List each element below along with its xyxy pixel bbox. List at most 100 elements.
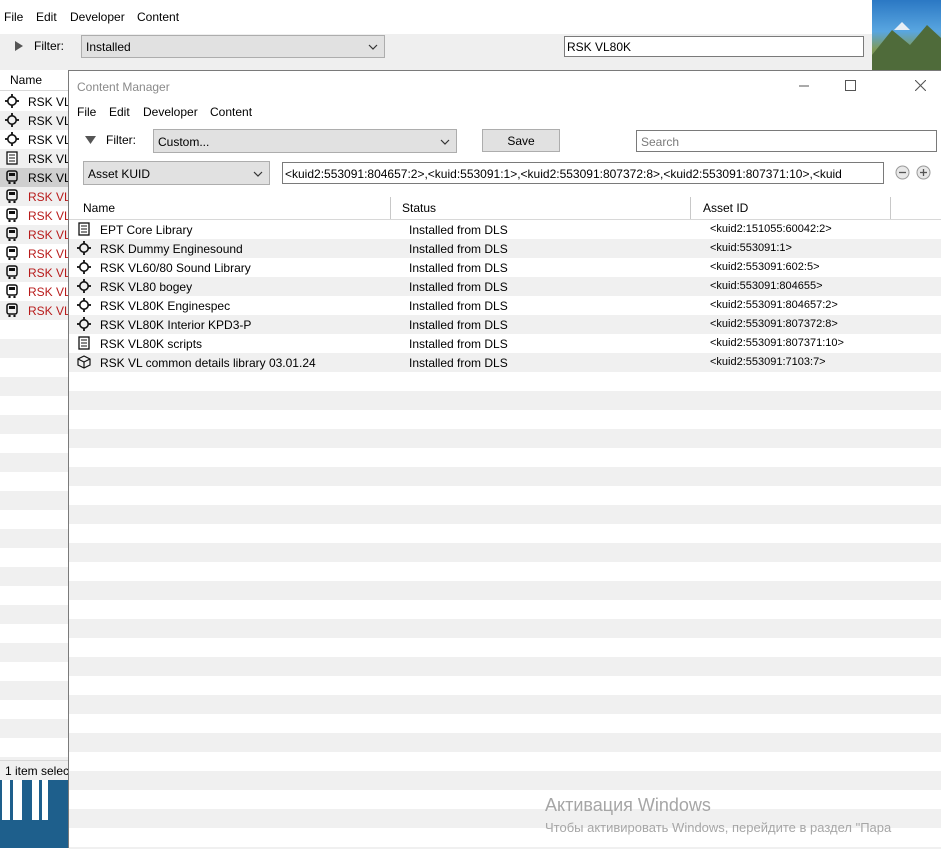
gear-icon	[5, 113, 19, 127]
field-select-dropdown[interactable]: Asset KUID	[83, 161, 270, 185]
minimize-button[interactable]	[781, 71, 827, 101]
row-asset-id: <kuid2:553091:7103:7>	[710, 356, 826, 368]
bg-list-item[interactable]: RSK VL8	[0, 225, 69, 244]
filter-label: Filter:	[106, 133, 136, 147]
bg-list-item[interactable]: RSK VL8	[0, 282, 69, 301]
empty-row	[69, 733, 941, 752]
bg-list-item[interactable]: RSK VL8	[0, 149, 69, 168]
menu-edit[interactable]: Edit	[109, 105, 130, 119]
row-name: RSK VL60/80 Sound Library	[100, 261, 251, 275]
table-row[interactable]: RSK VL80 bogey Installed from DLS <kuid:55…	[69, 277, 941, 296]
bg-list-item[interactable]: RSK VL8	[0, 187, 69, 206]
empty-row	[69, 562, 941, 581]
bg-list-item[interactable]: RSK VL8	[0, 244, 69, 263]
bg-filter-expand-icon[interactable]	[14, 40, 24, 52]
bg-filter-label: Filter:	[34, 39, 64, 53]
gear-icon	[77, 241, 91, 255]
bg-empty-row	[0, 719, 69, 738]
locomotive-icon	[5, 189, 19, 203]
empty-row	[69, 771, 941, 790]
table-row[interactable]: RSK VL80K Interior KPD3-P Installed from …	[69, 315, 941, 334]
kuid-query-input[interactable]: <kuid2:553091:804657:2>,<kuid:553091:1>,…	[282, 162, 884, 184]
bg-list-item[interactable]: RSK VL8	[0, 301, 69, 320]
empty-row	[69, 619, 941, 638]
bg-list-item-label: RSK VL8	[28, 171, 69, 185]
search-input[interactable]: Search	[636, 130, 937, 152]
add-condition-button[interactable]	[916, 165, 931, 180]
table-row[interactable]: EPT Core Library Installed from DLS <kuid2…	[69, 220, 941, 239]
column-header-asset-id[interactable]: Asset ID	[703, 201, 748, 215]
column-header-name[interactable]: Name	[83, 201, 115, 215]
locomotive-icon	[5, 227, 19, 241]
bg-list-item[interactable]: RSK VL8	[0, 92, 69, 111]
bg-empty-row	[0, 472, 69, 491]
bg-list-item[interactable]: RSK VL8	[0, 206, 69, 225]
save-button[interactable]: Save	[482, 129, 560, 152]
row-status: Installed from DLS	[409, 223, 508, 237]
row-name: RSK VL80K scripts	[100, 337, 203, 351]
empty-row	[69, 657, 941, 676]
bg-search-input[interactable]: RSK VL80K	[564, 36, 864, 57]
windows-activation-text: Чтобы активировать Windows, перейдите в …	[545, 820, 892, 835]
bg-list-item[interactable]: RSK VL8	[0, 130, 69, 149]
bg-empty-row	[0, 586, 69, 605]
row-asset-id: <kuid2:553091:804657:2>	[710, 299, 838, 311]
bg-empty-row	[0, 358, 69, 377]
bg-list-item-label: RSK VL8	[28, 114, 69, 128]
table-row[interactable]: RSK VL common details library 03.01.24 In…	[69, 353, 941, 372]
row-name: RSK VL80K Enginespec	[100, 299, 231, 313]
empty-row	[69, 391, 941, 410]
row-status: Installed from DLS	[409, 299, 508, 313]
bg-empty-row	[0, 681, 69, 700]
bg-list-item-label: RSK VL8	[28, 95, 69, 109]
bg-empty-row	[0, 624, 69, 643]
bg-list-item-label: RSK VL8	[28, 285, 69, 299]
gear-icon	[77, 298, 91, 312]
remove-condition-button[interactable]	[895, 165, 910, 180]
gear-icon	[77, 317, 91, 331]
close-button[interactable]	[896, 71, 941, 101]
filter-dropdown[interactable]: Custom...	[153, 129, 457, 153]
maximize-button[interactable]	[827, 71, 873, 101]
bg-menu-edit[interactable]: Edit	[36, 10, 57, 24]
row-name: RSK VL common details library 03.01.24	[100, 356, 316, 370]
bg-column-header-name[interactable]: Name	[0, 70, 69, 91]
background-status-bar: 1 item selec	[0, 760, 69, 781]
table-row[interactable]: RSK Dummy Enginesound Installed from DLS <…	[69, 239, 941, 258]
cube-icon	[77, 355, 91, 369]
row-asset-id: <kuid2:553091:807372:8>	[710, 318, 838, 330]
close-icon	[915, 80, 926, 91]
table-row[interactable]: RSK VL80K Enginespec Installed from DLS <k…	[69, 296, 941, 315]
filter-collapse-icon[interactable]	[85, 136, 96, 145]
bg-list-item[interactable]: RSK VL8	[0, 168, 69, 187]
row-status: Installed from DLS	[409, 261, 508, 275]
bg-menu-developer[interactable]: Developer	[70, 10, 125, 24]
menu-file[interactable]: File	[77, 105, 96, 119]
menu-developer[interactable]: Developer	[143, 105, 198, 119]
background-menubar: File Edit Developer Content	[0, 0, 872, 34]
gear-icon	[77, 279, 91, 293]
menu-content[interactable]: Content	[210, 105, 252, 119]
bg-empty-row	[0, 662, 69, 681]
column-header-status[interactable]: Status	[402, 201, 436, 215]
row-status: Installed from DLS	[409, 337, 508, 351]
row-name: RSK VL80 bogey	[100, 280, 193, 294]
bg-list-item-label: RSK VL8	[28, 133, 69, 147]
bg-menu-file[interactable]: File	[4, 10, 23, 24]
bg-menu-content[interactable]: Content	[137, 10, 179, 24]
table-row[interactable]: RSK VL80K scripts Installed from DLS <kuid…	[69, 334, 941, 353]
dialog-title: Content Manager	[77, 80, 170, 94]
empty-row	[69, 429, 941, 448]
empty-row	[69, 581, 941, 600]
minimize-icon	[799, 80, 809, 90]
bg-filter-dropdown[interactable]: Installed	[81, 35, 385, 58]
bg-list-item[interactable]: RSK VL8	[0, 263, 69, 282]
row-name: RSK VL80K Interior KPD3-P	[100, 318, 252, 332]
script-icon	[5, 151, 19, 165]
bg-list-item[interactable]: RSK VL8	[0, 111, 69, 130]
row-asset-id: <kuid2:151055:60042:2>	[710, 223, 832, 235]
locomotive-icon	[5, 303, 19, 317]
table-row[interactable]: RSK VL60/80 Sound Library Installed from …	[69, 258, 941, 277]
row-asset-id: <kuid2:553091:807371:10>	[710, 337, 844, 349]
dialog-titlebar: Content Manager	[69, 71, 941, 101]
